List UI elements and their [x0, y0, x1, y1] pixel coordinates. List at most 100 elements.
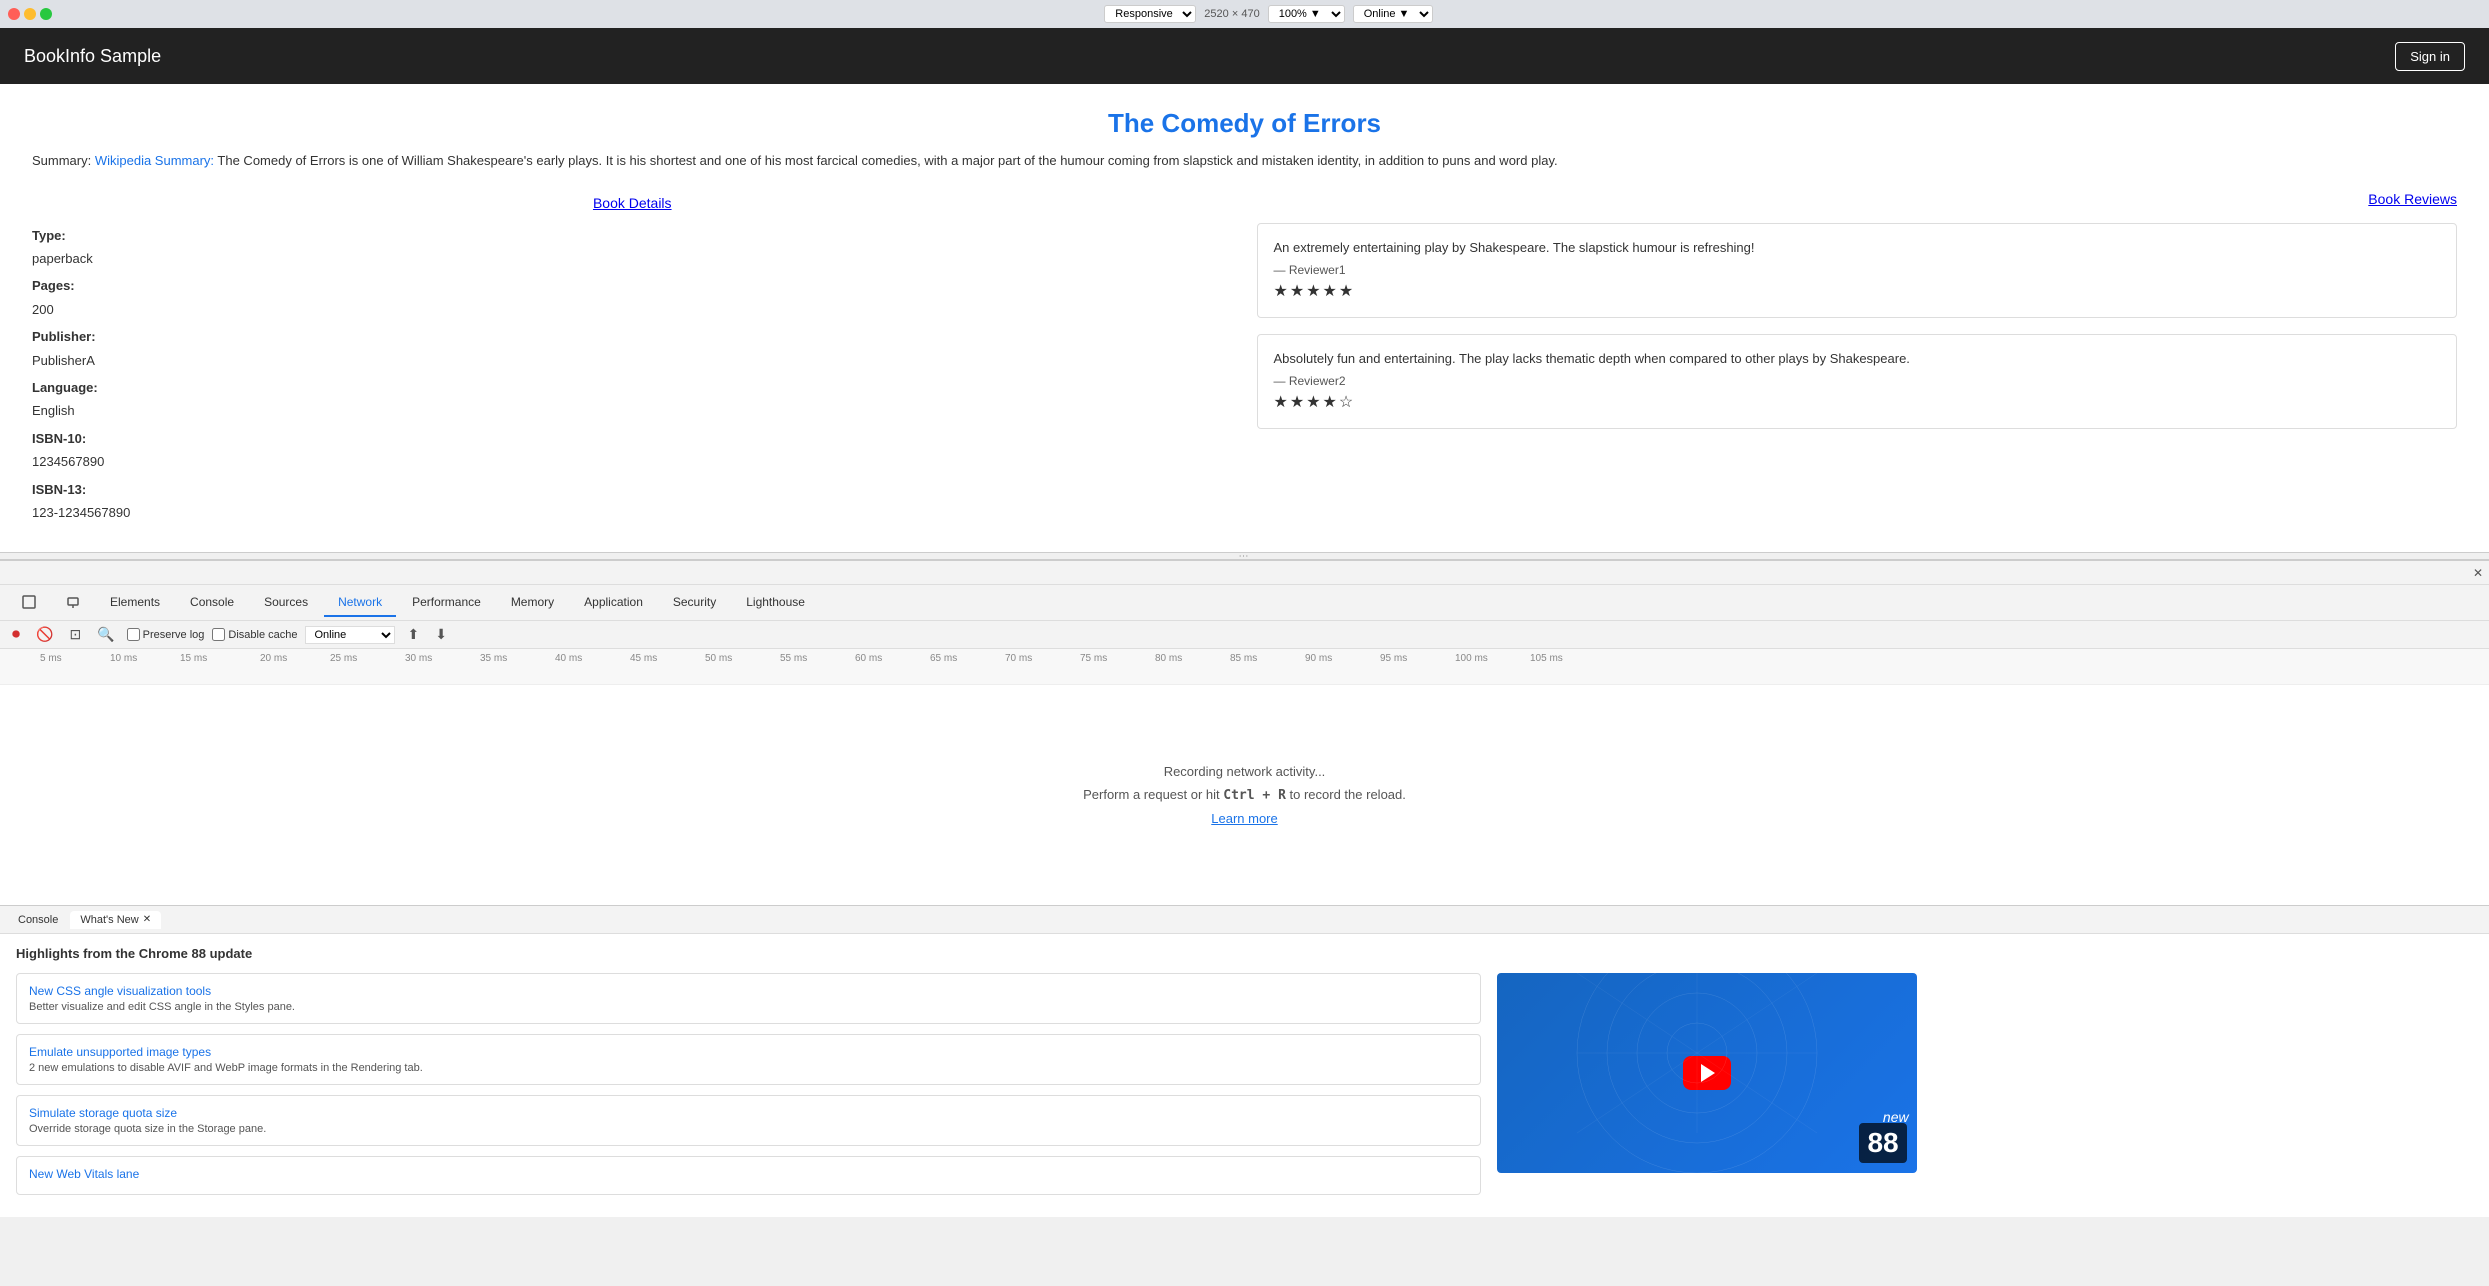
pages-label: Pages:	[32, 274, 1233, 297]
devtools-top-controls: ✕	[0, 561, 2489, 585]
app-navbar: BookInfo Sample Sign in	[0, 28, 2489, 84]
type-value: paperback	[32, 247, 1233, 270]
review-card-2: Absolutely fun and entertaining. The pla…	[1257, 334, 2458, 429]
throttling-dropdown[interactable]: Online No throttling Fast 3G Slow 3G Off…	[305, 626, 395, 644]
video-thumbnail[interactable]: 88 new	[1497, 973, 1917, 1173]
record-button[interactable]: ⏺	[8, 624, 24, 646]
book-reviews-link[interactable]: Book Reviews	[2368, 191, 2457, 207]
whats-new-item-image-types-desc: 2 new emulations to disable AVIF and Web…	[29, 1062, 1468, 1074]
handle-icon: ⋯	[1239, 551, 1251, 562]
disable-cache-checkbox[interactable]	[212, 628, 225, 641]
isbn13-label: ISBN-13:	[32, 478, 1233, 501]
isbn13-value: 123-1234567890	[32, 501, 1233, 524]
search-button[interactable]: 🔍	[93, 624, 118, 645]
language-label: Language:	[32, 376, 1233, 399]
tick-25ms: 25 ms	[330, 653, 357, 664]
tab-inspect-button[interactable]	[8, 588, 50, 617]
tick-75ms: 75 ms	[1080, 653, 1107, 664]
review-1-text: An extremely entertaining play by Shakes…	[1274, 240, 2441, 255]
book-columns: Book Details Type: paperback Pages: 200 …	[32, 191, 2457, 529]
learn-more-link[interactable]: Learn more	[1211, 811, 1277, 826]
viewport-x: ×	[1232, 8, 1238, 20]
book-details-link[interactable]: Book Details	[593, 195, 672, 211]
bottom-panel-tab-bar: Console What's New ✕	[0, 906, 2489, 934]
minimize-window-button[interactable]	[24, 8, 36, 20]
video-version-badge: 88	[1859, 1123, 1906, 1163]
summary-prefix: Summary:	[32, 153, 95, 168]
whats-new-item-image-types-title: Emulate unsupported image types	[29, 1045, 1468, 1059]
publisher-label: Publisher:	[32, 325, 1233, 348]
isbn10-label: ISBN-10:	[32, 427, 1233, 450]
network-toolbar: ⏺ 🚫 ⊡ 🔍 Preserve log Disable cache Onlin…	[0, 621, 2489, 649]
address-bar-area: Responsive 2520 × 470 100% ▼ Online ▼	[56, 5, 2481, 23]
recording-status-text: Recording network activity...	[1164, 764, 1326, 779]
whats-new-item-storage-quota-desc: Override storage quota size in the Stora…	[29, 1123, 1468, 1135]
filter-button[interactable]: ⊡	[65, 624, 85, 645]
browser-chrome: Responsive 2520 × 470 100% ▼ Online ▼	[0, 0, 2489, 28]
tab-lighthouse[interactable]: Lighthouse	[732, 589, 819, 617]
preserve-log-checkbox[interactable]	[127, 628, 140, 641]
tab-console[interactable]: Console	[176, 589, 248, 617]
whats-new-item-web-vitals[interactable]: New Web Vitals lane	[16, 1156, 1481, 1195]
book-reviews-section: Book Reviews An extremely entertaining p…	[1257, 191, 2458, 529]
whats-new-item-storage-quota-title: Simulate storage quota size	[29, 1106, 1468, 1120]
tick-95ms: 95 ms	[1380, 653, 1407, 664]
whats-new-items-list: New CSS angle visualization tools Better…	[16, 973, 1481, 1205]
video-new-badge: new	[1883, 1109, 1909, 1125]
whats-new-item-web-vitals-title: New Web Vitals lane	[29, 1167, 1468, 1181]
tab-memory[interactable]: Memory	[497, 589, 568, 617]
tick-55ms: 55 ms	[780, 653, 807, 664]
book-summary: Summary: Wikipedia Summary: The Comedy o…	[32, 151, 2457, 171]
tick-105ms: 105 ms	[1530, 653, 1563, 664]
responsive-dropdown[interactable]: Responsive	[1104, 5, 1196, 23]
language-value: English	[32, 399, 1233, 422]
whats-new-panel: Highlights from the Chrome 88 update New…	[0, 934, 2489, 1217]
tab-application[interactable]: Application	[570, 589, 657, 617]
maximize-window-button[interactable]	[40, 8, 52, 20]
tick-5ms: 5 ms	[40, 653, 62, 664]
tab-network[interactable]: Network	[324, 589, 396, 617]
review-2-text: Absolutely fun and entertaining. The pla…	[1274, 351, 2441, 366]
network-empty-state: Recording network activity... Perform a …	[0, 685, 2489, 905]
import-har-button[interactable]: ⬆	[403, 624, 423, 645]
whats-new-close-icon[interactable]: ✕	[143, 914, 151, 925]
bottom-tab-whats-new[interactable]: What's New ✕	[70, 911, 161, 929]
whats-new-video-section: 88 new	[1497, 973, 2473, 1205]
recording-hint-text: Perform a request or hit Ctrl + R to rec…	[1083, 787, 1406, 803]
review-2-stars: ★★★★☆	[1274, 392, 2441, 412]
close-window-button[interactable]	[8, 8, 20, 20]
whats-new-item-css-angle[interactable]: New CSS angle visualization tools Better…	[16, 973, 1481, 1024]
whats-new-header: Highlights from the Chrome 88 update	[16, 946, 2473, 961]
book-content-area: The Comedy of Errors Summary: Wikipedia …	[0, 84, 2489, 552]
tab-elements[interactable]: Elements	[96, 589, 174, 617]
review-card-1: An extremely entertaining play by Shakes…	[1257, 223, 2458, 318]
webpage-content: BookInfo Sample Sign in The Comedy of Er…	[0, 28, 2489, 552]
viewport-width: 2520	[1204, 8, 1228, 20]
online-status-dropdown[interactable]: Online ▼	[1353, 5, 1433, 23]
tab-device-toolbar-button[interactable]	[52, 588, 94, 617]
zoom-dropdown[interactable]: 100% ▼	[1268, 5, 1345, 23]
tick-40ms: 40 ms	[555, 653, 582, 664]
reviewer-1-name: — Reviewer1	[1274, 263, 2441, 277]
tab-security[interactable]: Security	[659, 589, 730, 617]
whats-new-columns: New CSS angle visualization tools Better…	[16, 973, 2473, 1205]
disable-cache-label: Disable cache	[212, 628, 297, 641]
devtools-tab-bar: Elements Console Sources Network Perform…	[0, 585, 2489, 621]
book-title: The Comedy of Errors	[32, 108, 2457, 139]
tab-sources[interactable]: Sources	[250, 589, 322, 617]
whats-new-item-storage-quota[interactable]: Simulate storage quota size Override sto…	[16, 1095, 1481, 1146]
tab-performance[interactable]: Performance	[398, 589, 495, 617]
signin-button[interactable]: Sign in	[2395, 42, 2465, 71]
whats-new-item-css-angle-title: New CSS angle visualization tools	[29, 984, 1468, 998]
tick-30ms: 30 ms	[405, 653, 432, 664]
book-details-title: Book Details	[32, 191, 1233, 216]
clear-button[interactable]: 🚫	[32, 624, 57, 645]
whats-new-item-image-types[interactable]: Emulate unsupported image types 2 new em…	[16, 1034, 1481, 1085]
devtools-close-button[interactable]: ✕	[2471, 564, 2485, 582]
bottom-tab-console[interactable]: Console	[8, 911, 68, 929]
publisher-value: PublisherA	[32, 349, 1233, 372]
wikipedia-link[interactable]: Wikipedia Summary:	[95, 153, 214, 168]
resize-handle[interactable]: ⋯	[0, 552, 2489, 560]
dimension-display: 2520 × 470	[1204, 8, 1259, 20]
export-har-button[interactable]: ⬇	[431, 624, 451, 645]
